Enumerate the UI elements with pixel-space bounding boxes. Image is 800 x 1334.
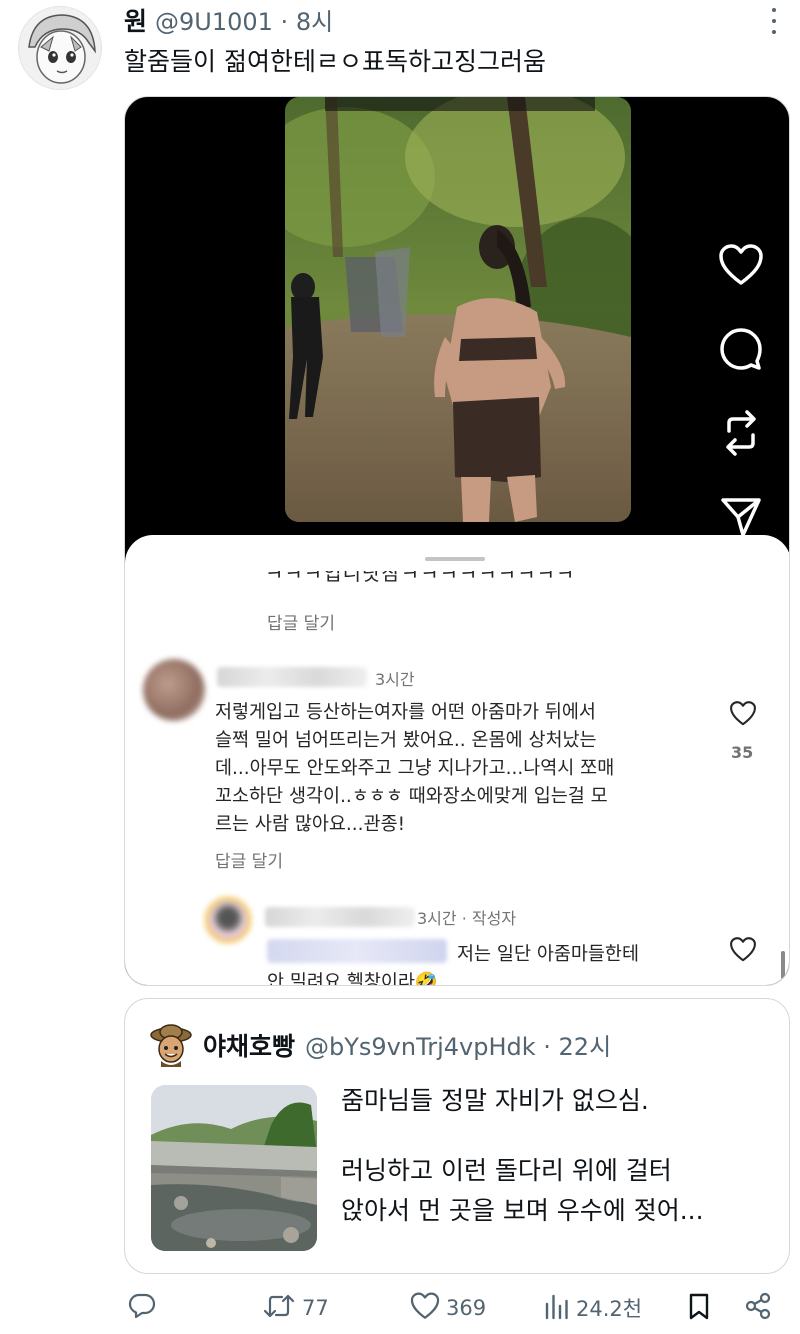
bookmark-action[interactable] <box>688 1290 710 1326</box>
reply-name-blurred <box>265 907 415 927</box>
tweet-text: 할줌들이 젊여한테ㄹㅇ표독하고징그러움 <box>124 47 546 76</box>
quote-thumbnail[interactable] <box>151 1085 317 1251</box>
reply-meta: 3시간 · 작성자 <box>417 909 517 928</box>
commenter-avatar[interactable] <box>143 659 205 721</box>
more-icon[interactable] <box>770 8 778 34</box>
share-action[interactable] <box>744 1290 772 1326</box>
commenter-name-blurred <box>217 667 367 687</box>
sheet-scrollbar[interactable] <box>781 951 785 979</box>
reply-icon <box>128 1292 156 1324</box>
share-icon <box>744 1292 772 1324</box>
reply-button[interactable]: 답글 달기 <box>267 609 335 634</box>
tweet-media[interactable]: ㅋㅋㅋ입니닷참ㅋㅋㅋㅋㅋㅋㅋㅋㅋ 답글 달기 3시간 저렇게입고 등산하는여자를… <box>124 96 790 986</box>
quote-author-name[interactable]: 야채호빵 <box>203 1027 295 1063</box>
comment-text: 저렇게입고 등산하는여자를 어떤 아줌마가 뒤에서 슬쩍 밀어 넘어뜨리는거 봤… <box>215 702 615 835</box>
comment-sheet[interactable]: ㅋㅋㅋ입니닷참ㅋㅋㅋㅋㅋㅋㅋㅋㅋ 답글 달기 3시간 저렇게입고 등산하는여자를… <box>125 535 789 986</box>
author-name[interactable]: 원 <box>124 2 147 38</box>
heart-icon[interactable] <box>711 235 771 295</box>
author-handle[interactable]: @9U1001 · 8시 <box>155 2 333 37</box>
tweet-header: 원 @9U1001 · 8시 <box>124 2 740 36</box>
comment-reply-button[interactable]: 답글 달기 <box>215 847 283 872</box>
comment-cut-text: ㅋㅋㅋ입니닷참ㅋㅋㅋㅋㅋㅋㅋㅋㅋ <box>265 571 576 585</box>
reply-avatar[interactable] <box>205 897 251 943</box>
bookmark-icon <box>688 1292 710 1324</box>
comment-bubble-icon[interactable] <box>711 319 771 379</box>
repost-icon[interactable] <box>711 403 771 463</box>
reply-text: 저는 일단 아줌마들한테 안 밀려요 헬창이라🤣 <box>267 944 639 986</box>
reply-action[interactable] <box>128 1290 156 1326</box>
like-icon <box>410 1292 440 1324</box>
comment-time: 3시간 <box>375 670 415 689</box>
quoted-tweet[interactable]: 야채호빵 @bYs9vnTrj4vpHdk · 22시 줌마님들 정말 자비가 … <box>124 998 790 1274</box>
comment-like-count: 35 <box>731 743 754 762</box>
retweet-icon <box>262 1292 296 1324</box>
like-action[interactable]: 369 <box>410 1290 486 1326</box>
tweet-actions: 77 369 24.2천 <box>0 1290 800 1326</box>
comment-like-icon[interactable] <box>729 701 757 730</box>
quote-author-handle[interactable]: @bYs9vnTrj4vpHdk · 22시 <box>305 1027 611 1062</box>
views-action[interactable]: 24.2천 <box>544 1290 642 1326</box>
views-count: 24.2천 <box>576 1297 643 1321</box>
retweet-action[interactable]: 77 <box>262 1290 329 1326</box>
retweet-count: 77 <box>302 1296 329 1320</box>
author-avatar[interactable] <box>18 6 102 90</box>
views-icon <box>544 1292 570 1324</box>
quote-header: 야채호빵 @bYs9vnTrj4vpHdk · 22시 <box>203 1027 611 1063</box>
quote-text: 줌마님들 정말 자비가 없으심. 러닝하고 이런 돌다리 위에 걸터 앉아서 먼… <box>341 1086 704 1225</box>
quote-author-avatar[interactable] <box>149 1023 193 1067</box>
like-count: 369 <box>446 1296 487 1320</box>
reply-like-icon[interactable] <box>729 937 757 966</box>
reel-actions <box>711 235 771 571</box>
video-frame <box>285 97 631 522</box>
sheet-grabber[interactable] <box>425 557 485 561</box>
